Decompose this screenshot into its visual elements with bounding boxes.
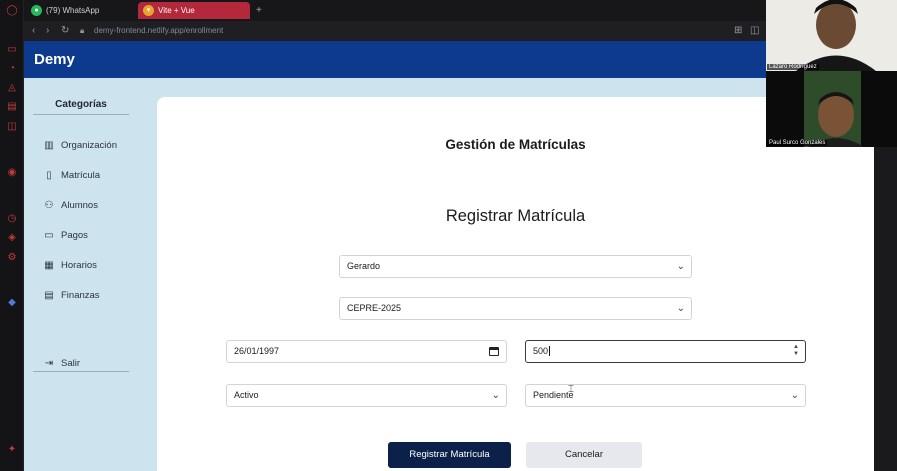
browser-tab-bar: ● (79) WhatsApp ▾ Vite + Vue + (24, 0, 767, 21)
rail-icon-7[interactable]: ◷ (6, 213, 18, 225)
sidebar-item-label: Finanzas (61, 290, 100, 301)
screen: ◯ ▭ ◔ ◬ ▤ ◫ ◉ ◷ ◈ ⚙ ◆ ✦ ● (79) WhatsApp … (0, 0, 897, 471)
amount-value: 500 (533, 346, 549, 356)
participant-name: Lazaro Rodríguez (767, 64, 819, 70)
logout-label: Salir (61, 358, 81, 369)
card-icon: ▭ (44, 230, 54, 241)
text-caret (549, 346, 551, 356)
gx-icon[interactable]: ✦ (6, 444, 18, 456)
rail-icon-5[interactable]: ◫ (6, 121, 18, 133)
calendar-icon: ▦ (44, 260, 54, 271)
sidebar-item-label: Matrícula (61, 170, 101, 181)
app-viewport: Demy Categorías ▥ Organización ▯ Matrícu… (24, 41, 874, 471)
opera-logo-icon[interactable]: ◯ (6, 5, 18, 17)
extensions-icon[interactable]: ⊞ (734, 24, 742, 38)
snapshot-icon[interactable]: ◫ (750, 24, 759, 38)
sidebar-item-horarios[interactable]: ▦ Horarios (42, 258, 97, 274)
rail-icon-2[interactable]: ◔ (6, 63, 18, 75)
shield-icon[interactable]: ◆ (6, 297, 18, 309)
lock-icon: 🔒︎ (80, 26, 85, 35)
number-spinner-icon[interactable]: ▲ ▼ (793, 344, 799, 358)
participant-video-2 (766, 71, 897, 147)
sidebar: Categorías ▥ Organización ▯ Matrícula ⚇ … (24, 78, 144, 471)
building-icon: ▥ (44, 140, 54, 151)
logout-icon: ⇥ (44, 358, 54, 369)
tab-label: (79) WhatsApp (46, 6, 100, 15)
chevron-down-icon: ⌄ (491, 390, 500, 401)
date-input[interactable]: 26/01/1997 (226, 340, 507, 363)
tab-label: Vite + Vue (158, 6, 195, 15)
participant-video-1 (766, 0, 897, 71)
enrollment-card: Gestión de Matrículas Registrar Matrícul… (157, 97, 874, 471)
register-enrollment-button[interactable]: Registrar Matrícula (388, 442, 511, 468)
back-icon[interactable]: ‹ (32, 24, 35, 38)
calendar-picker-icon[interactable] (489, 347, 499, 356)
sidebar-item-finanzas[interactable]: ▤ Finanzas (42, 288, 100, 304)
right-edge-panel (874, 147, 897, 471)
amount-input[interactable]: 500 ▲ ▼ (525, 340, 806, 363)
status-value: Activo (234, 390, 259, 400)
sidebar-item-pagos[interactable]: ▭ Pagos (42, 228, 88, 244)
browser-address-bar: ‹ › ↻ 🔒︎ demy-frontend.netlify.app/enrol… (24, 21, 767, 41)
cycle-select[interactable]: CEPRE-2025 ⌄ (339, 297, 692, 320)
forward-icon[interactable]: › (46, 24, 49, 38)
rail-icon-4[interactable]: ▤ (6, 101, 18, 113)
reload-icon[interactable]: ↻ (61, 24, 69, 38)
status-select[interactable]: Activo ⌄ (226, 384, 507, 407)
users-icon: ⚇ (44, 200, 54, 211)
mouse-cursor-icon: ⌶ (568, 384, 574, 395)
date-value: 26/01/1997 (234, 346, 280, 356)
form-title: Registrar Matrícula (445, 207, 586, 225)
folder-icon: ▤ (44, 290, 54, 301)
browser-side-rail: ◯ ▭ ◔ ◬ ▤ ◫ ◉ ◷ ◈ ⚙ ◆ ✦ (0, 0, 24, 471)
whatsapp-icon: ● (31, 5, 42, 16)
rail-icon-6[interactable]: ◉ (6, 167, 18, 179)
sidebar-item-label: Pagos (61, 230, 88, 241)
rail-icon-3[interactable]: ◬ (6, 82, 18, 94)
chevron-down-icon: ⌄ (676, 261, 685, 272)
participant-name: Paul Surco Gonzales (767, 140, 828, 146)
cycle-value: CEPRE-2025 (347, 303, 402, 313)
vue-icon: ▾ (143, 5, 154, 16)
new-tab-button[interactable]: + (250, 2, 270, 19)
sidebar-item-matricula[interactable]: ▯ Matrícula (42, 168, 100, 184)
brand-logo[interactable]: Demy (34, 51, 75, 68)
sidebar-title: Categorías (33, 99, 129, 115)
tab-vite-vue[interactable]: ▾ Vite + Vue (138, 2, 250, 19)
logout-button[interactable]: ⇥ Salir (42, 356, 80, 372)
sidebar-item-organizacion[interactable]: ▥ Organización (42, 138, 117, 154)
cancel-button[interactable]: Cancelar (526, 442, 642, 468)
rail-icon-1[interactable]: ▭ (6, 44, 18, 56)
app-header: Demy (24, 41, 874, 78)
sidebar-item-label: Horarios (61, 260, 97, 271)
chevron-down-icon: ⌄ (676, 303, 685, 314)
rail-icon-8[interactable]: ◈ (6, 232, 18, 244)
student-select[interactable]: Gerardo ⌄ (339, 255, 692, 278)
sidebar-item-alumnos[interactable]: ⚇ Alumnos (42, 198, 98, 214)
video-tile-2[interactable]: Paul Surco Gonzales (766, 71, 897, 147)
chevron-down-icon: ⌄ (790, 390, 799, 401)
settings-icon[interactable]: ⚙ (6, 252, 18, 264)
video-tile-1[interactable]: Lazaro Rodríguez (766, 0, 897, 71)
tab-whatsapp[interactable]: ● (79) WhatsApp (26, 2, 134, 19)
student-value: Gerardo (347, 261, 381, 271)
url-field[interactable]: demy-frontend.netlify.app/enrollment (94, 24, 223, 38)
document-icon: ▯ (46, 170, 52, 181)
sidebar-item-label: Organización (61, 140, 117, 151)
sidebar-item-label: Alumnos (61, 200, 98, 211)
